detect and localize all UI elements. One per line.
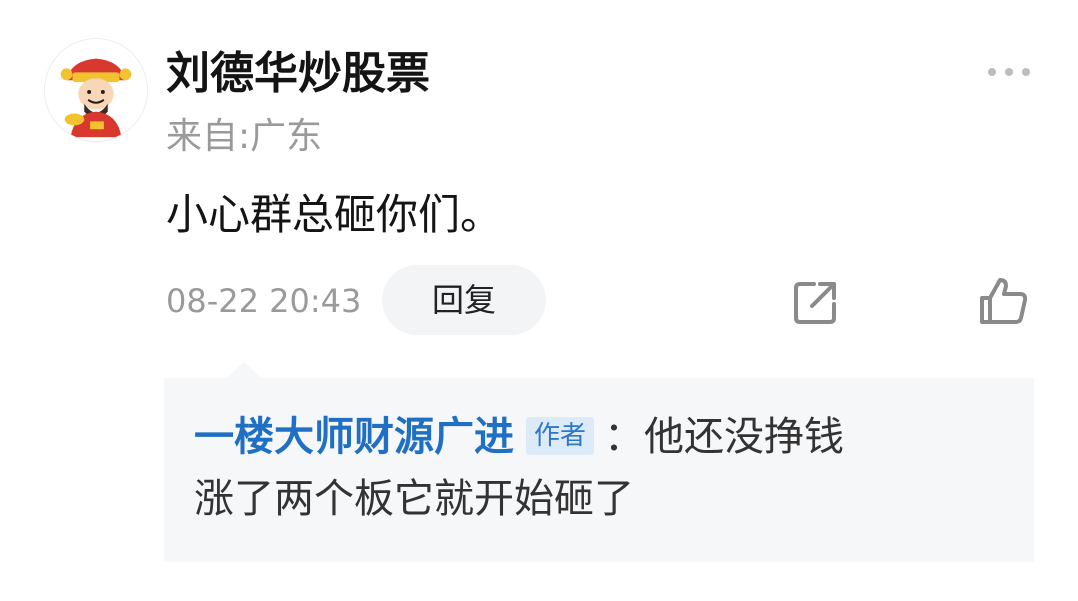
comment-text: 小心群总砸你们。 (166, 190, 503, 239)
god-of-wealth-avatar-icon (45, 39, 147, 141)
author-badge: 作者 (526, 417, 595, 455)
comment-location: 来自:广东 (166, 116, 323, 157)
avatar[interactable] (44, 38, 148, 142)
reply-box[interactable]: 一楼大师财源广进 作者 ：他还没挣钱 涨了两个板它就开始砸了 (164, 378, 1034, 562)
share-icon[interactable] (790, 276, 842, 328)
reply-author[interactable]: 一楼大师财源广进 (194, 414, 514, 460)
reply-text-part-1: 他还没挣钱 (644, 414, 845, 460)
comment-timestamp: 08-22 20:43 (166, 282, 362, 320)
reply-line-1: 一楼大师财源广进 作者 ：他还没挣钱 (194, 406, 1010, 468)
more-dots-icon[interactable] (984, 60, 1034, 84)
thumbs-up-icon[interactable] (976, 274, 1030, 328)
reply-separator: ： (604, 414, 645, 460)
comment-author[interactable]: 刘德华炒股票 (166, 44, 430, 104)
reply-button[interactable]: 回复 (382, 265, 546, 335)
reply-box-pointer (226, 362, 262, 378)
reply-line-2: 涨了两个板它就开始砸了 (194, 468, 1010, 530)
reply-text-part-2: 涨了两个板它就开始砸了 (194, 476, 634, 522)
